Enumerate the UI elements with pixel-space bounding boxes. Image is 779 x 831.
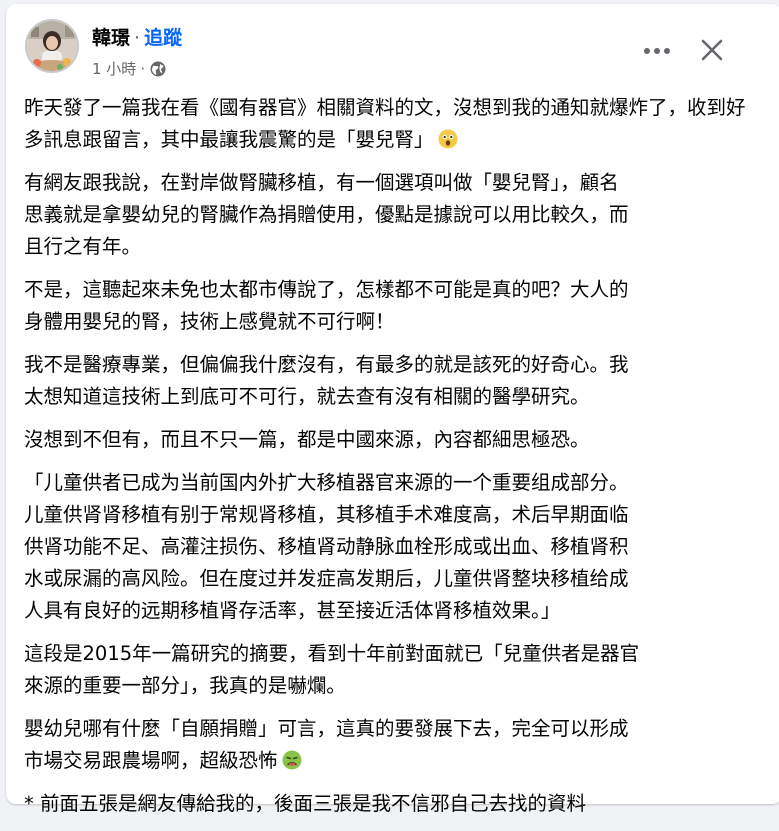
post-timestamp[interactable]: 1 小時 xyxy=(92,57,136,81)
more-horizontal-icon xyxy=(644,48,670,54)
nauseated-face-emoji xyxy=(282,748,302,770)
post-text: 昨天發了一篇我在看《國有器官》相關資料的文，沒想到我的通知就爆炸了，收到好多訊息… xyxy=(24,92,754,831)
post-paragraph: 昨天發了一篇我在看《國有器官》相關資料的文，沒想到我的通知就爆炸了，收到好多訊息… xyxy=(24,96,746,151)
post-meta: 1 小時 · xyxy=(92,57,167,81)
close-icon xyxy=(701,39,723,61)
follow-button[interactable]: 追蹤 xyxy=(144,27,182,49)
post-card: 韓璟 · 追蹤 1 小時 · 昨天發了一篇我在看《國有器官》相關資料的文，沒想到我的… xyxy=(6,4,779,815)
name-separator: · xyxy=(134,27,141,49)
post-paragraph: 嬰幼兒哪有什麼「自願捐贈」可言，這真的要發展下去，完全可以形成 市場交易跟農場啊… xyxy=(24,717,629,772)
post-paragraph: 這段是2015年一篇研究的摘要，看到十年前對面就已「兒童供者是器官 來源的重要一… xyxy=(24,642,640,697)
post-footnote: * 前面五張是網友傳給我的，後面三張是我不信邪自己去找的資料 xyxy=(24,792,586,815)
more-options-button[interactable] xyxy=(640,34,674,68)
author-name[interactable]: 韓璟 xyxy=(92,27,130,49)
avatar-photo xyxy=(27,21,77,71)
meta-separator: · xyxy=(140,60,146,78)
astonished-face-emoji xyxy=(438,127,458,149)
author-avatar[interactable] xyxy=(25,19,79,73)
globe-icon[interactable] xyxy=(149,60,167,78)
post-paragraph: 我不是醫療專業，但偏偏我什麼沒有，有最多的就是該死的好奇心。我 太想知道這技術上… xyxy=(24,353,629,408)
post-paragraph: 沒想到不但有，而且不只一篇，都是中國來源，內容都細思極恐。 xyxy=(24,428,590,451)
author-line: 韓璟 · 追蹤 xyxy=(92,24,182,52)
close-button[interactable] xyxy=(692,30,732,70)
quoted-abstract: 「儿童供者已成为当前国内外扩大移植器官来源的一个重要组成部分。 儿童供肾肾移植有… xyxy=(24,471,629,622)
post-paragraph: 有網友跟我說，在對岸做腎臟移植，有一個選項叫做「嬰兒腎」，顧名 思義就是拿嬰幼兒… xyxy=(24,171,629,258)
post-paragraph: 不是，這聽起來未免也太都市傳說了，怎樣都不可能是真的吧？大人的 身體用嬰兒的腎，… xyxy=(24,278,629,333)
